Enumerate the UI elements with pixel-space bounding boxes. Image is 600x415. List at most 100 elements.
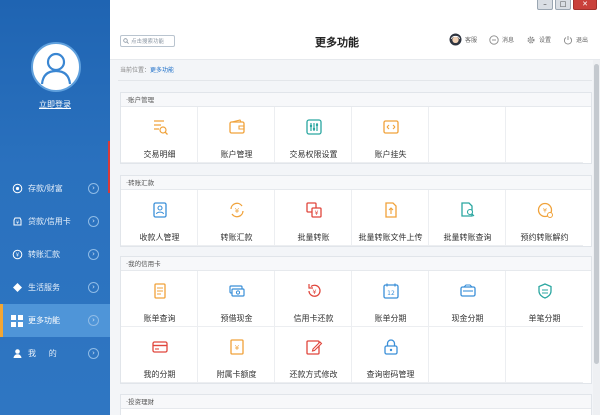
red-card-icon (152, 341, 168, 353)
sidebar: 立即登录 存款/财富 › ¥ 贷款/信用卡 › ¥ 转账汇款 › 生活服务 › … (0, 0, 110, 415)
chevron-right-icon: › (88, 282, 99, 293)
sidebar-nav: 存款/财富 › ¥ 贷款/信用卡 › ¥ 转账汇款 › 生活服务 › 更多功能 … (0, 172, 110, 370)
tile-label: 附属卡额度 (216, 370, 257, 379)
window-controls: – □ ✕ (537, 0, 597, 13)
breadcrumb-current[interactable]: 更多功能 (150, 67, 174, 74)
svg-text:¥: ¥ (16, 220, 19, 226)
tile-empty (429, 107, 506, 163)
tile-label: 我的分期 (143, 370, 176, 379)
sidebar-item-mine[interactable]: 我 的 › (0, 337, 110, 370)
section-investment: ·投资理财 (120, 394, 592, 415)
tile-batch-query[interactable]: 批量转账查询 (429, 190, 506, 246)
tile-label: 批量转账查询 (443, 233, 492, 242)
tile-transaction-detail[interactable]: 交易明细 (121, 107, 198, 163)
header: 点击搜索功能 更多功能 客服 消息 设置 退出 (110, 0, 600, 60)
transaction-list-icon (154, 120, 168, 135)
card-stack-icon (460, 284, 476, 297)
section-title: ·投资理财 (121, 395, 591, 409)
minimize-button[interactable]: – (537, 0, 553, 10)
search-placeholder: 点击搜索功能 (131, 39, 165, 45)
cash-stack-icon (229, 285, 245, 297)
chevron-right-icon: › (88, 216, 99, 227)
section-transfer: ·转账汇款 收款人管理 ¥ 转账汇款 ¥ 批量转账 批量转账文件上传 批量转账查… (120, 175, 592, 247)
tile-label: 账户挂失 (374, 150, 407, 159)
tile-repayment-method[interactable]: 还款方式修改 (275, 327, 352, 383)
section-title: ·转账汇款 (121, 176, 591, 190)
sidebar-item-label: 贷款/信用卡 (28, 217, 71, 226)
svg-text:¥: ¥ (315, 210, 319, 217)
tile-label: 账户管理 (220, 150, 253, 159)
file-search-icon (461, 202, 475, 217)
close-button[interactable]: ✕ (573, 0, 597, 10)
customer-service-button[interactable]: 客服 (449, 33, 477, 46)
shield-layers-icon (538, 283, 552, 299)
limit-icon: ¥ (230, 339, 244, 355)
tile-password-management[interactable]: 查询密码管理 (352, 327, 429, 383)
maximize-button[interactable]: □ (555, 0, 571, 10)
tile-label: 账单查询 (143, 314, 176, 323)
tile-card-repayment[interactable]: ¥ 信用卡还款 (275, 271, 352, 327)
sidebar-item-more[interactable]: 更多功能 › (0, 304, 110, 337)
logout-button[interactable]: 退出 (563, 33, 588, 46)
contact-card-icon (153, 202, 167, 218)
user-avatar-icon (40, 52, 72, 85)
sidebar-item-label: 更多功能 (28, 316, 60, 325)
sidebar-item-label: 我 的 (28, 349, 57, 358)
tool-label: 设置 (538, 37, 551, 44)
tile-my-installments[interactable]: 我的分期 (121, 327, 198, 383)
section-title: ·账户管理 (121, 93, 591, 107)
message-button[interactable]: 消息 (489, 33, 514, 46)
tile-batch-upload[interactable]: 批量转账文件上传 (352, 190, 429, 246)
svg-text:¥: ¥ (15, 253, 18, 259)
tile-cancel-scheduled[interactable]: ¥ 预约转账解约 (506, 190, 583, 246)
settings-button[interactable]: 设置 (526, 33, 551, 46)
sidebar-item-transfer[interactable]: ¥ 转账汇款 › (0, 238, 110, 271)
tile-report-loss[interactable]: 账户挂失 (352, 107, 429, 163)
chevron-right-icon: › (88, 183, 99, 194)
login-link[interactable]: 立即登录 (0, 99, 110, 110)
tile-label: 现金分期 (451, 314, 484, 323)
tile-bill-installment[interactable]: 12 账单分期 (352, 271, 429, 327)
tile-label: 批量转账文件上传 (358, 233, 423, 242)
svg-text:¥: ¥ (312, 288, 316, 296)
scrollbar-thumb[interactable] (594, 64, 599, 364)
svg-text:¥: ¥ (543, 207, 547, 215)
loan-icon: ¥ (11, 216, 23, 228)
tile-label: 单笔分期 (528, 314, 561, 323)
grid-icon (11, 314, 23, 327)
tile-bill-query[interactable]: 账单查询 (121, 271, 198, 327)
tool-label: 消息 (501, 37, 514, 44)
tile-single-installment[interactable]: 单笔分期 (506, 271, 583, 327)
sidebar-item-loan[interactable]: ¥ 贷款/信用卡 › (0, 205, 110, 238)
scrollbar[interactable] (593, 60, 600, 415)
scheduled-cancel-icon: ¥ (537, 202, 553, 218)
search-input[interactable]: 点击搜索功能 (120, 35, 175, 47)
tile-batch-transfer[interactable]: ¥ 批量转账 (275, 190, 352, 246)
avatar[interactable] (31, 42, 81, 92)
section-title: ·我的信用卡 (121, 257, 591, 271)
tile-payee-management[interactable]: 收款人管理 (121, 190, 198, 246)
tile-label: 预借现金 (220, 314, 253, 323)
batch-transfer-icon: ¥ (306, 202, 322, 218)
chevron-right-icon: › (88, 315, 99, 326)
tile-permission-settings[interactable]: 交易权限设置 (275, 107, 352, 163)
tile-transfer[interactable]: ¥ 转账汇款 (198, 190, 275, 246)
tile-cash-advance[interactable]: 预借现金 (198, 271, 275, 327)
svg-text:12: 12 (387, 290, 395, 297)
headset-icon (449, 33, 462, 46)
card-loss-icon (383, 120, 399, 134)
breadcrumb-prefix: 当前位置： (120, 67, 151, 74)
tile-cash-installment[interactable]: 现金分期 (429, 271, 506, 327)
gear-icon (527, 36, 535, 43)
user-icon (11, 348, 23, 360)
sidebar-item-deposit[interactable]: 存款/财富 › (0, 172, 110, 205)
breadcrumb: 当前位置：更多功能 (120, 65, 174, 74)
tile-label: 信用卡还款 (293, 314, 334, 323)
tile-account-management[interactable]: 账户管理 (198, 107, 275, 163)
tile-label: 批量转账 (297, 233, 330, 242)
tile-supplementary-limit[interactable]: ¥ 附属卡额度 (198, 327, 275, 383)
calendar-12-icon: 12 (383, 283, 399, 299)
tile-label: 交易明细 (143, 150, 176, 159)
tile-label: 预约转账解约 (520, 233, 569, 242)
sidebar-item-life[interactable]: 生活服务 › (0, 271, 110, 304)
